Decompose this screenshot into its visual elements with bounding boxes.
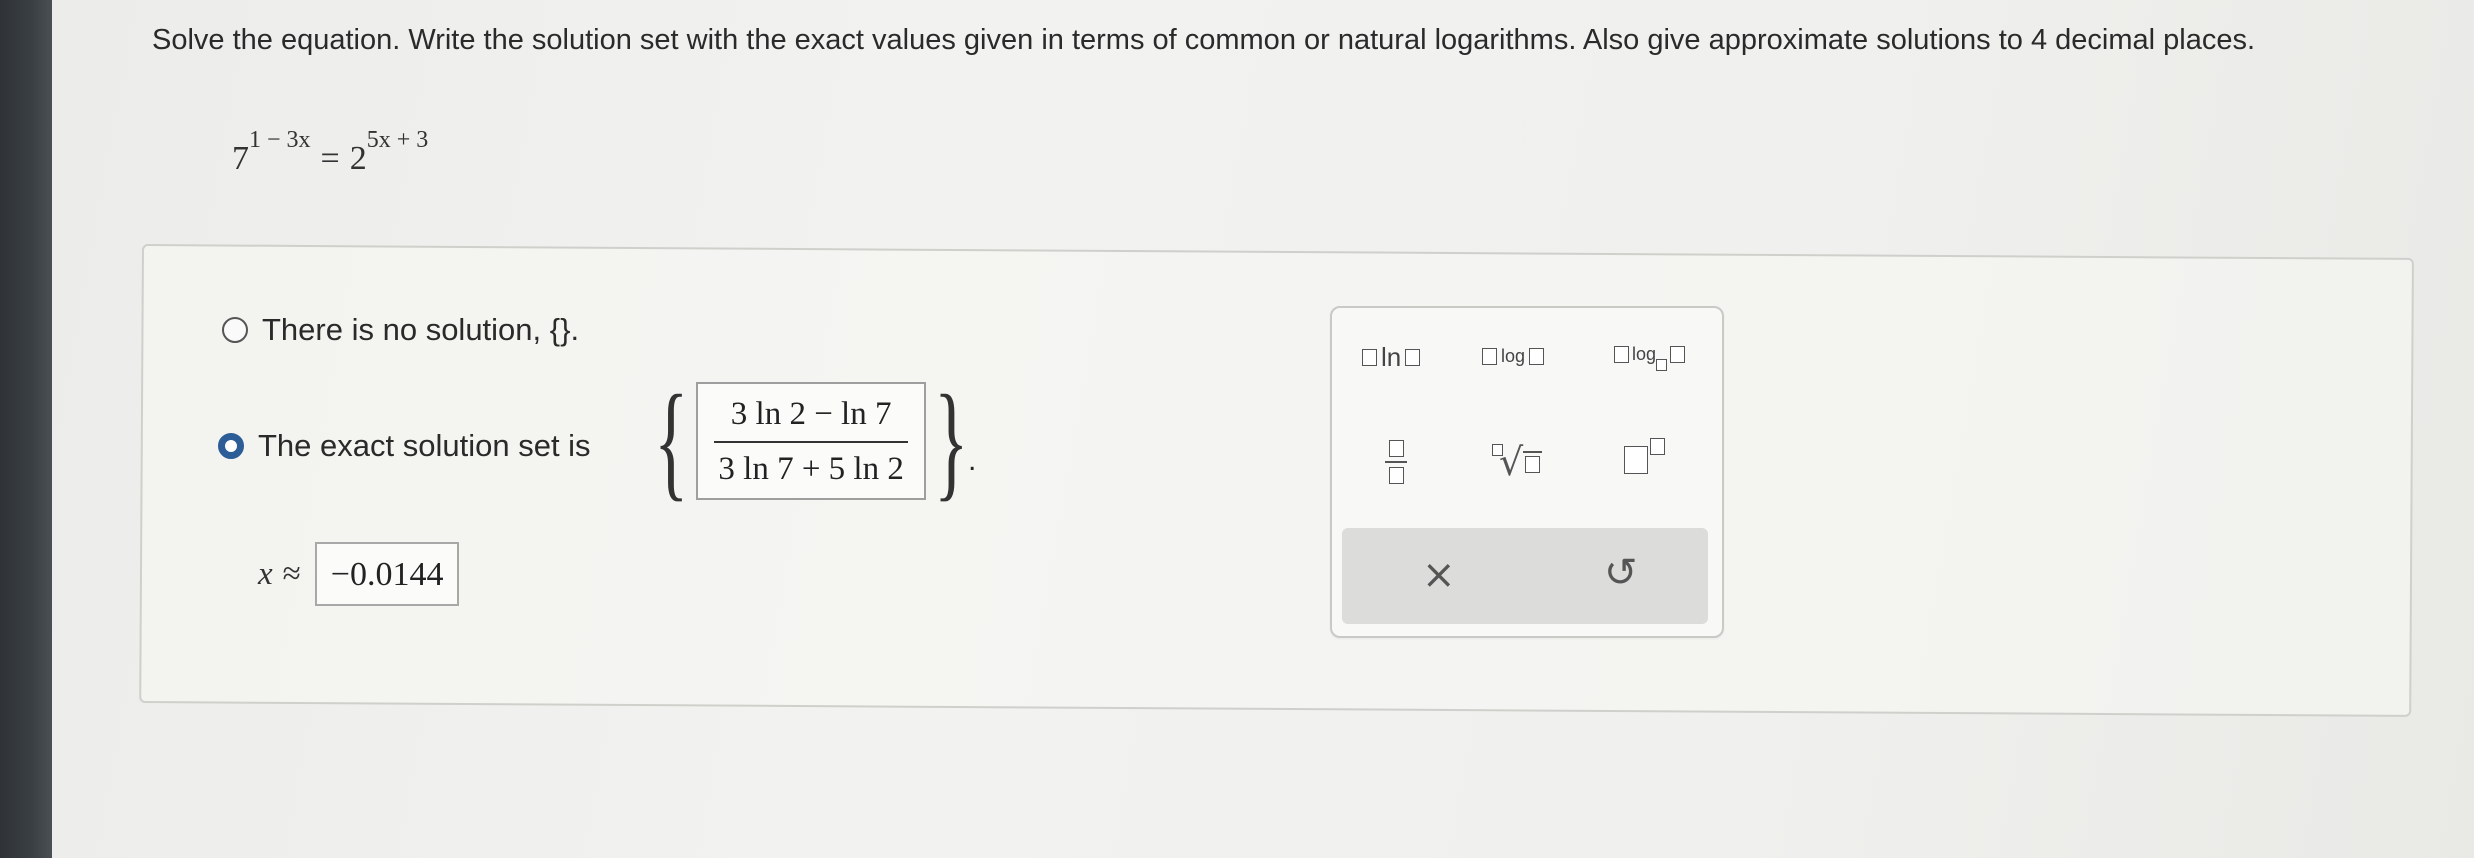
placeholder-box-icon <box>1482 348 1497 365</box>
placeholder-box-icon <box>1656 358 1668 371</box>
option-exact-solution[interactable]: The exact solution set is <box>218 428 591 464</box>
radio-no-solution[interactable] <box>222 317 248 343</box>
clear-button[interactable]: × <box>1422 552 1456 598</box>
close-brace: } <box>933 369 969 513</box>
placeholder-box-icon <box>1624 446 1648 474</box>
placeholder-box-icon <box>1670 346 1686 363</box>
exponent-button[interactable] <box>1624 437 1665 474</box>
equation-equals: = <box>320 140 340 177</box>
fraction-numerator[interactable]: 3 ln 2 − ln 7 <box>712 390 909 441</box>
placeholder-box-icon <box>1529 348 1545 365</box>
fraction-bar-icon <box>1385 461 1407 463</box>
approx-symbol: ≈ <box>282 555 301 592</box>
log-label: log <box>1501 346 1526 366</box>
approx-variable: x <box>258 555 273 592</box>
placeholder-box-icon <box>1492 444 1503 456</box>
equation-exponent-right: 5x + 3 <box>366 127 429 153</box>
approximation-row: x ≈ −0.0144 <box>258 542 460 606</box>
equation-base-right: 2 <box>349 140 367 177</box>
ln-button[interactable]: ln <box>1362 342 1421 373</box>
log-button[interactable]: log <box>1482 346 1545 367</box>
placeholder-box-icon <box>1614 346 1629 363</box>
placeholder-box-icon <box>1388 440 1404 457</box>
undo-icon: ↺ <box>1604 550 1638 596</box>
solution-set: { 3 ln 2 − ln 7 3 ln 7 + 5 ln 2 } <box>640 376 982 506</box>
fraction-denominator[interactable]: 3 ln 7 + 5 ln 2 <box>712 443 909 492</box>
placeholder-box-icon <box>1650 437 1665 455</box>
approx-input-box[interactable]: −0.0144 <box>314 542 460 606</box>
placeholder-box-icon <box>1525 456 1541 473</box>
log-base-button[interactable]: log <box>1614 344 1686 371</box>
equation-exponent-left: 1 − 3x <box>249 127 311 153</box>
math-toolbox: ln log log √ × ↺ <box>1330 306 1724 638</box>
placeholder-box-icon <box>1362 349 1377 366</box>
solution-input-box[interactable]: 3 ln 2 − ln 7 3 ln 7 + 5 ln 2 <box>696 382 926 500</box>
toolbox-footer: × ↺ <box>1342 528 1708 624</box>
close-icon: × <box>1422 552 1456 598</box>
option-no-solution[interactable]: There is no solution, {}. <box>222 312 579 348</box>
radio-exact-solution[interactable] <box>218 433 244 459</box>
nth-root-button[interactable]: √ <box>1492 440 1543 484</box>
radicand <box>1523 451 1543 473</box>
option-no-solution-label: There is no solution, {}. <box>262 312 580 347</box>
log-base-label: log <box>1632 344 1657 364</box>
equation-base-left: 7 <box>232 140 249 177</box>
open-brace: { <box>654 369 689 513</box>
undo-button[interactable]: ↺ <box>1604 550 1638 596</box>
placeholder-box-icon <box>1388 467 1404 484</box>
fraction-button[interactable] <box>1382 440 1410 484</box>
device-bezel <box>0 0 52 858</box>
option-exact-solution-label: The exact solution set is <box>258 428 591 463</box>
solution-period: . <box>968 444 977 477</box>
ln-label: ln <box>1381 342 1402 372</box>
question-text: Solve the equation. Write the solution s… <box>152 24 2256 56</box>
equation: 71 − 3x = 25x + 3 <box>232 127 428 178</box>
placeholder-box-icon <box>1405 349 1421 366</box>
